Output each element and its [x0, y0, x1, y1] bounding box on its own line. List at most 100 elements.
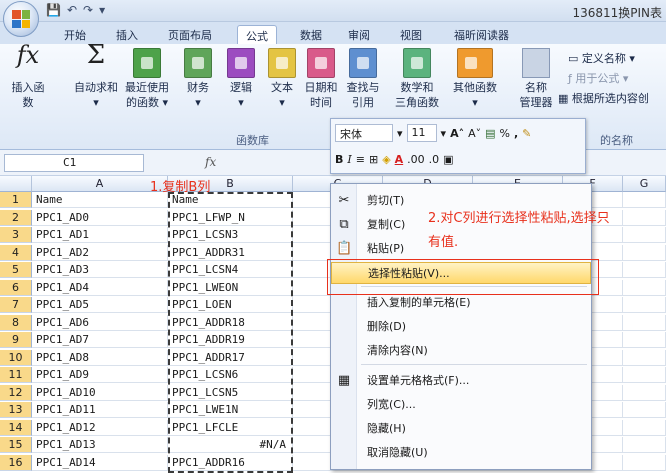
context-menu-item[interactable]: ▦ 设置单元格格式(F)...	[331, 370, 591, 392]
math-trig-button[interactable]: 数学和 三角函数	[392, 48, 442, 110]
fill-color-icon[interactable]: ◈	[382, 153, 390, 166]
redo-icon[interactable]: ↷	[83, 3, 93, 17]
tab-page-layout[interactable]: 页面布局	[160, 25, 220, 44]
context-menu-item[interactable]: 删除(D)	[331, 316, 591, 338]
row-header[interactable]: 14	[0, 419, 32, 436]
cell-empty[interactable]	[623, 279, 666, 296]
comma-style-icon[interactable]: ,	[514, 127, 518, 140]
grow-font-icon[interactable]: A˄	[450, 127, 464, 140]
cell-empty[interactable]	[623, 437, 666, 453]
cell-b[interactable]: PPC1_LCSN6	[168, 367, 293, 383]
use-in-formula-button[interactable]: ƒ 用于公式 ▾	[568, 70, 628, 86]
cell-b[interactable]: PPC1_ADDR16	[168, 454, 293, 471]
font-size-dropdown-icon[interactable]: ▾	[441, 127, 447, 140]
accounting-format-icon[interactable]: ▤	[485, 127, 495, 140]
format-painter-icon[interactable]: ✎	[522, 127, 531, 140]
row-header[interactable]: 16	[0, 454, 32, 471]
cell-a[interactable]: Name	[32, 192, 168, 208]
tab-view[interactable]: 视图	[392, 25, 430, 44]
cell-empty[interactable]	[623, 384, 666, 401]
font-color-icon[interactable]: A	[395, 153, 404, 166]
name-manager-button[interactable]: 名称 管理器	[516, 48, 556, 110]
shrink-font-icon[interactable]: A˅	[468, 127, 481, 140]
cell-a[interactable]: PPC1_AD7	[32, 332, 168, 348]
cell-empty[interactable]	[623, 332, 666, 348]
font-name-dropdown-icon[interactable]: ▾	[397, 127, 403, 140]
tab-insert[interactable]: 插入	[108, 25, 146, 44]
cell-empty[interactable]	[623, 454, 666, 471]
row-header[interactable]: 2	[0, 209, 32, 226]
cell-a[interactable]: PPC1_AD0	[32, 209, 168, 226]
italic-button[interactable]: I	[347, 153, 351, 166]
autosum-button[interactable]: Σ 自动求和 ▾	[72, 42, 120, 110]
row-header[interactable]: 1	[0, 192, 32, 208]
qat-dropdown-icon[interactable]: ▾	[99, 3, 105, 17]
cell-b[interactable]: PPC1_LCSN5	[168, 384, 293, 401]
font-size-input[interactable]: 11	[406, 124, 437, 142]
cell-empty[interactable]	[623, 262, 666, 278]
cell-a[interactable]: PPC1_AD14	[32, 454, 168, 471]
cell-b[interactable]: PPC1_LWE1N	[168, 402, 293, 418]
decrease-decimal-icon[interactable]: .0	[429, 153, 440, 166]
lookup-reference-button[interactable]: 查找与 引用	[343, 48, 383, 110]
percent-icon[interactable]: %	[500, 127, 510, 140]
financial-button[interactable]: 财务 ▾	[180, 48, 216, 110]
insert-function-button[interactable]: fx 插入函数	[8, 43, 48, 110]
recently-used-button[interactable]: 最近使用 的函数 ▾	[122, 48, 172, 110]
cell-b[interactable]: PPC1_LOEN	[168, 297, 293, 313]
cell-empty[interactable]	[623, 419, 666, 436]
cell-b[interactable]: PPC1_LCSN3	[168, 227, 293, 243]
cell-a[interactable]: PPC1_AD6	[32, 314, 168, 331]
row-header[interactable]: 3	[0, 227, 32, 243]
row-header[interactable]: 12	[0, 384, 32, 401]
text-button[interactable]: 文本 ▾	[264, 48, 300, 110]
column-header-g[interactable]: G	[623, 176, 666, 192]
font-name-input[interactable]: 宋体	[335, 124, 393, 142]
cell-a[interactable]: PPC1_AD4	[32, 279, 168, 296]
context-menu-item[interactable]: 取消隐藏(U)	[331, 442, 591, 464]
undo-icon[interactable]: ↶	[67, 3, 77, 17]
cell-empty[interactable]	[623, 209, 666, 226]
row-header[interactable]: 8	[0, 314, 32, 331]
align-center-icon[interactable]: ≡	[356, 153, 365, 166]
create-from-selection-button[interactable]: ▦ 根据所选内容创	[558, 90, 649, 106]
row-header[interactable]: 10	[0, 349, 32, 366]
cell-b[interactable]: PPC1_LCSN4	[168, 262, 293, 278]
row-header[interactable]: 4	[0, 244, 32, 261]
cell-empty[interactable]	[623, 349, 666, 366]
row-header[interactable]: 6	[0, 279, 32, 296]
borders-icon[interactable]: ⊞	[369, 153, 378, 166]
column-header-a[interactable]: A	[32, 176, 168, 192]
cell-b[interactable]: PPC1_LFCLE	[168, 419, 293, 436]
context-menu-item[interactable]: 插入复制的单元格(E)	[331, 292, 591, 314]
context-menu-item[interactable]: 隐藏(H)	[331, 418, 591, 440]
cell-a[interactable]: PPC1_AD9	[32, 367, 168, 383]
merge-cells-icon[interactable]: ▣	[443, 153, 453, 166]
name-box[interactable]: C1	[4, 154, 144, 172]
row-header[interactable]: 15	[0, 437, 32, 453]
logical-button[interactable]: 逻辑 ▾	[223, 48, 259, 110]
tab-data[interactable]: 数据	[292, 25, 330, 44]
row-header[interactable]: 9	[0, 332, 32, 348]
save-icon[interactable]: 💾	[46, 3, 61, 17]
tab-review[interactable]: 审阅	[340, 25, 378, 44]
row-header[interactable]: 13	[0, 402, 32, 418]
cell-empty[interactable]	[623, 244, 666, 261]
cell-b[interactable]: PPC1_ADDR18	[168, 314, 293, 331]
cell-a[interactable]: PPC1_AD8	[32, 349, 168, 366]
cell-a[interactable]: PPC1_AD13	[32, 437, 168, 453]
cell-b[interactable]: PPC1_ADDR19	[168, 332, 293, 348]
cell-a[interactable]: PPC1_AD3	[32, 262, 168, 278]
cell-a[interactable]: PPC1_AD11	[32, 402, 168, 418]
cell-a[interactable]: PPC1_AD2	[32, 244, 168, 261]
cell-empty[interactable]	[623, 367, 666, 383]
cell-a[interactable]: PPC1_AD5	[32, 297, 168, 313]
select-all-corner[interactable]	[0, 176, 32, 192]
cell-b[interactable]: PPC1_LWEON	[168, 279, 293, 296]
cell-b[interactable]: #N/A	[168, 437, 293, 453]
date-time-button[interactable]: 日期和 时间	[302, 48, 340, 110]
row-header[interactable]: 11	[0, 367, 32, 383]
cell-empty[interactable]	[623, 192, 666, 208]
row-header[interactable]: 5	[0, 262, 32, 278]
office-button[interactable]	[3, 1, 39, 37]
